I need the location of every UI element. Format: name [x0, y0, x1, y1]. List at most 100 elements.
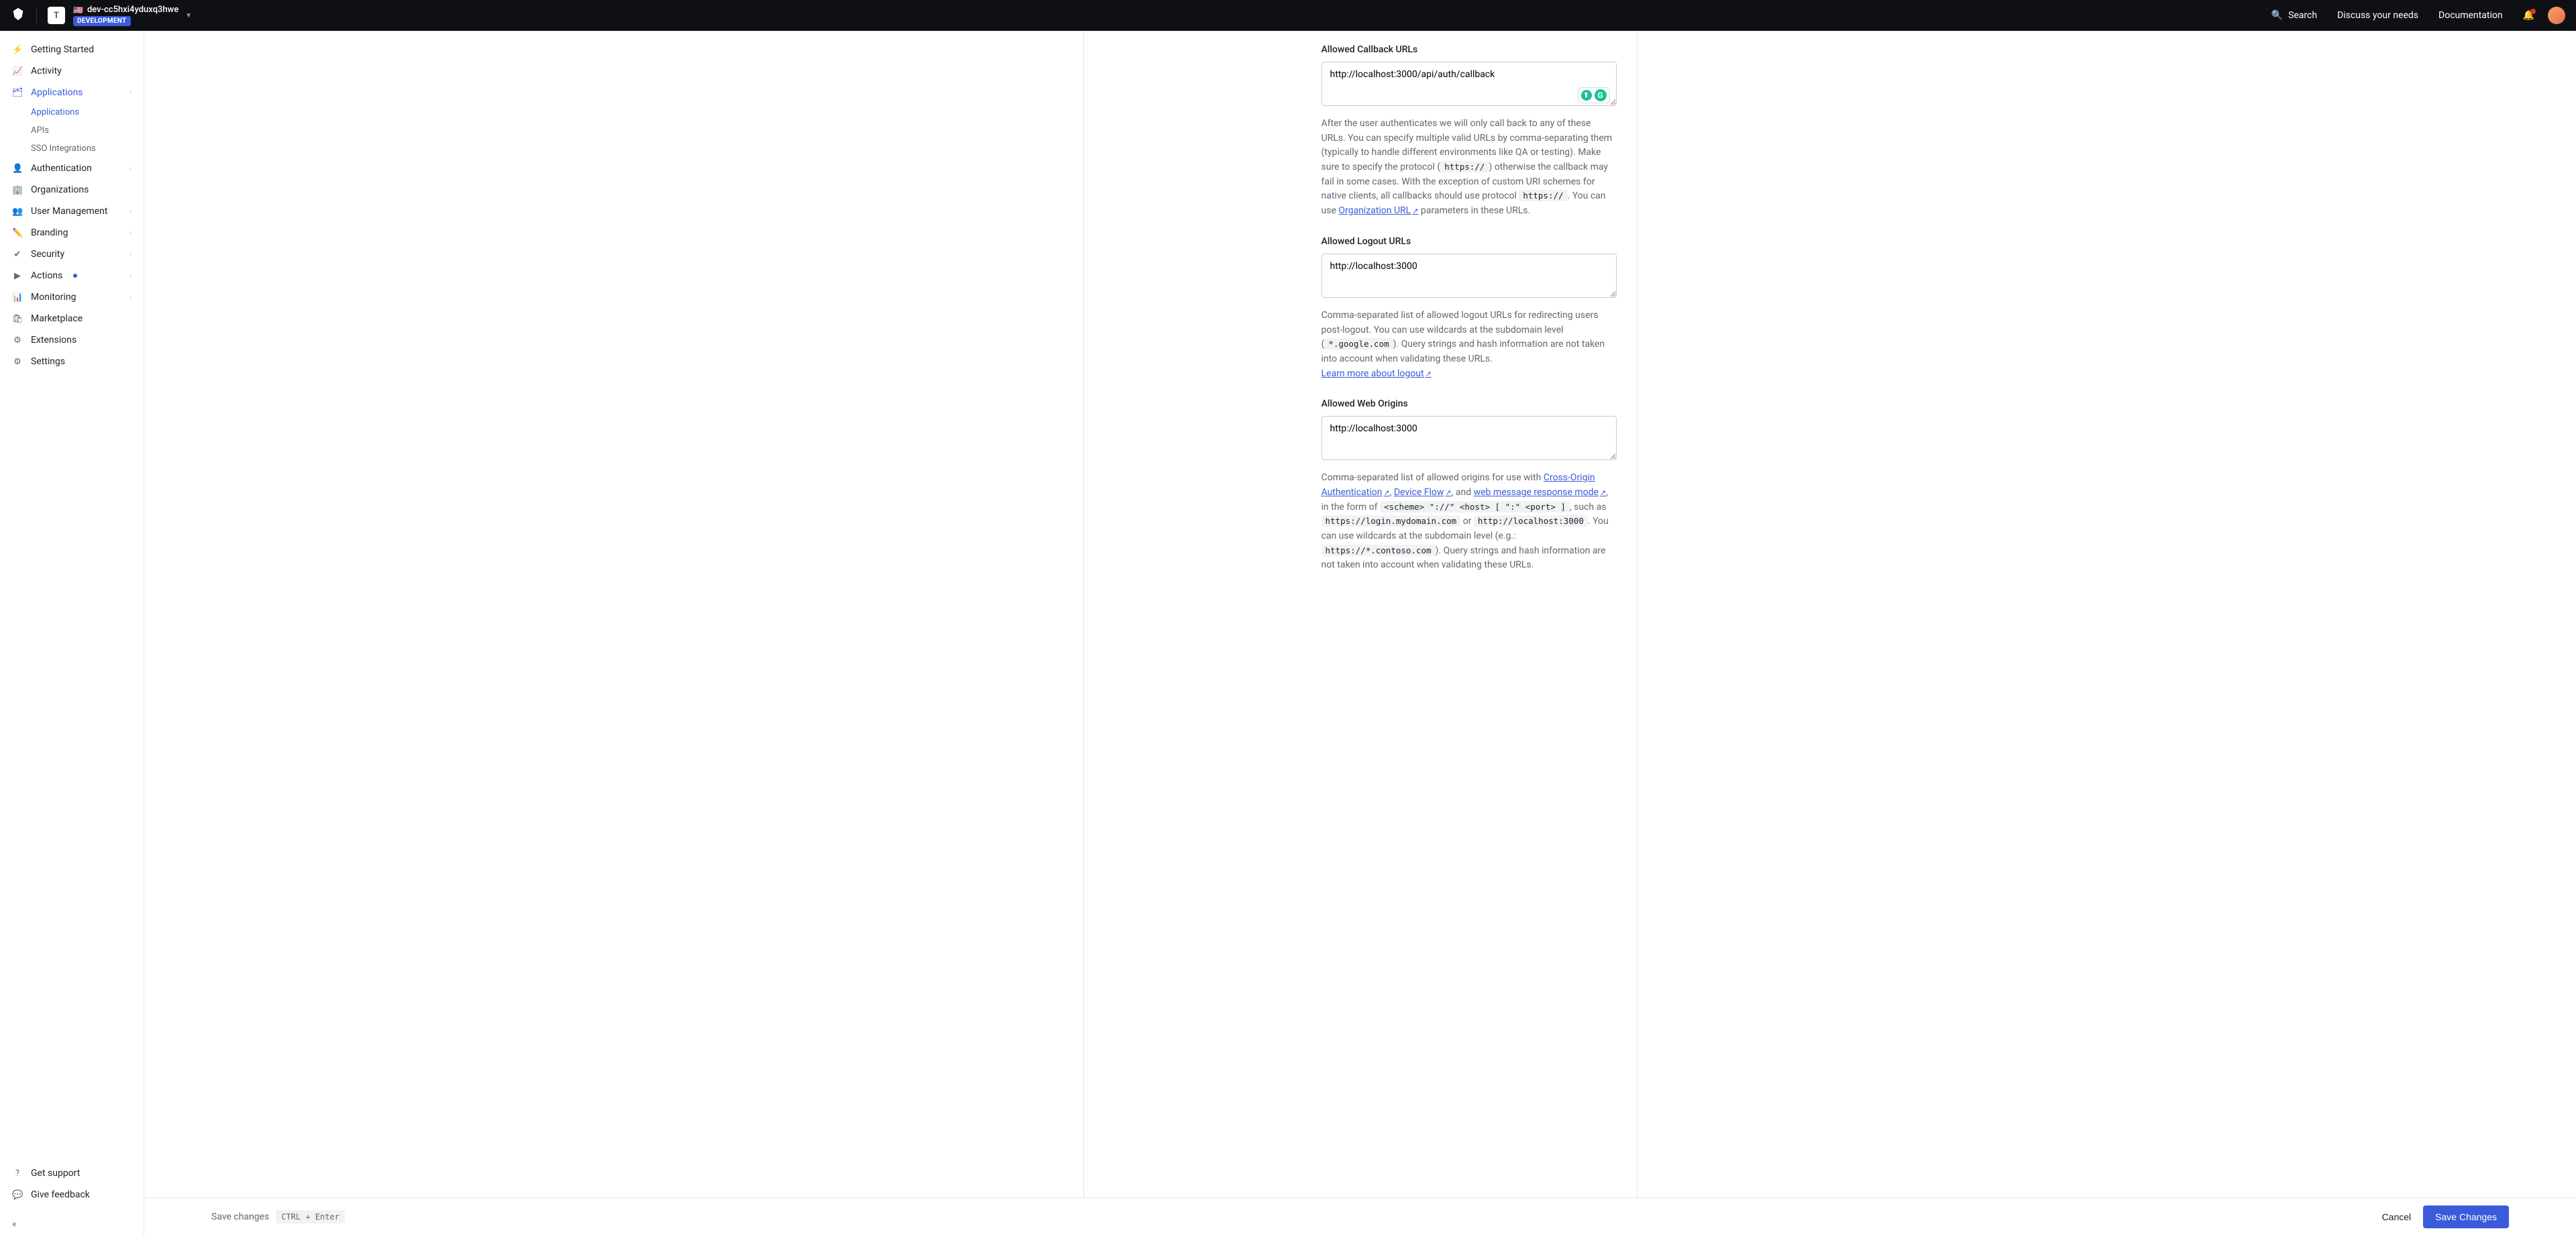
sidebar-item-activity[interactable]: 📈 Activity [0, 60, 144, 82]
nav-label: Organizations [31, 184, 89, 195]
nav-label: Marketplace [31, 313, 83, 324]
allowed-logout-urls-input[interactable] [1322, 254, 1617, 298]
nav-icon: 📊 [12, 292, 23, 303]
chevron-down-icon[interactable]: ▼ [185, 12, 192, 19]
allowed-callback-urls-input[interactable] [1322, 62, 1617, 106]
external-link-icon: ↗ [1445, 488, 1451, 497]
footer-bar: Save changes CTRL + Enter Cancel Save Ch… [144, 1197, 2576, 1235]
nav-icon: ✏️ [12, 228, 23, 238]
allowed-web-origins-label: Allowed Web Origins [1322, 398, 1617, 409]
nav-label: Monitoring [31, 292, 76, 303]
nav-label: Getting Started [31, 44, 94, 55]
keyboard-shortcut-badge: CTRL + Enter [276, 1210, 345, 1224]
sidebar-item-get-support[interactable]: ? Get support [0, 1163, 144, 1184]
chevron-right-icon: › [129, 272, 131, 280]
nav-label: Applications [31, 87, 83, 98]
search-label: Search [2288, 10, 2317, 21]
nav-icon: ⚡ [12, 45, 23, 55]
notifications-button[interactable]: 🔔 [2523, 10, 2534, 21]
nav-icon: 📈 [12, 66, 23, 76]
organization-url-link[interactable]: Organization URL↗ [1338, 205, 1418, 216]
nav-icon: ⚙ [12, 357, 23, 367]
chevron-right-icon: › [129, 229, 131, 237]
nav-icon: 🛍 [12, 314, 23, 324]
flag-icon: 🇺🇸 [73, 5, 83, 15]
sidebar-item-give-feedback[interactable]: 💬 Give feedback [0, 1184, 144, 1205]
sidebar-subitem-applications[interactable]: Applications [0, 103, 144, 121]
allowed-web-origins-help: Comma-separated list of allowed origins … [1322, 471, 1617, 573]
sidebar-item-authentication[interactable]: 👤 Authentication › [0, 158, 144, 179]
indicator-dot-icon [73, 274, 77, 278]
allowed-web-origins-input[interactable] [1322, 416, 1617, 460]
nav-label: Actions [31, 270, 62, 281]
nav-label: Security [31, 249, 64, 260]
device-flow-link[interactable]: Device Flow↗ [1394, 487, 1452, 498]
content-area: Allowed Callback URLs ⬆ G After the user… [144, 31, 2576, 1197]
chevron-right-icon: › [129, 165, 131, 172]
nav-label: Branding [31, 227, 68, 238]
user-avatar[interactable] [2548, 7, 2565, 24]
allowed-logout-urls-label: Allowed Logout URLs [1322, 236, 1617, 247]
sidebar-item-user-management[interactable]: 👥 User Management › [0, 201, 144, 222]
sidebar-item-applications[interactable]: 🗂 Applications › [0, 82, 144, 103]
nav-icon: ? [12, 1169, 23, 1179]
chevron-right-icon: › [129, 251, 131, 258]
external-link-icon: ↗ [1426, 370, 1432, 378]
save-hint-text: Save changes [211, 1212, 269, 1222]
sidebar: ⚡ Getting Started 📈 Activity 🗂 Applications › A… [0, 31, 144, 1235]
sidebar-item-monitoring[interactable]: 📊 Monitoring › [0, 286, 144, 308]
tenant-initial-badge[interactable]: T [48, 7, 65, 24]
sidebar-item-organizations[interactable]: 🏢 Organizations [0, 179, 144, 201]
nav-icon: ✔ [12, 250, 23, 260]
web-message-response-link[interactable]: web message response mode↗ [1474, 487, 1607, 498]
grammarly-widget[interactable]: ⬆ G [1578, 87, 1610, 103]
nav-icon: 👥 [12, 207, 23, 217]
nav-label: Get support [31, 1168, 80, 1179]
learn-more-logout-link[interactable]: Learn more about logout↗ [1322, 368, 1432, 379]
save-changes-button[interactable]: Save Changes [2423, 1205, 2509, 1228]
chevron-right-icon: › [129, 294, 131, 301]
search-icon: 🔍 [2271, 10, 2283, 21]
topbar: T 🇺🇸 dev-cc5hxi4yduxq3hwe DEVELOPMENT ▼ … [0, 0, 2576, 31]
chevron-right-icon: › [129, 208, 131, 215]
allowed-callback-urls-label: Allowed Callback URLs [1322, 44, 1617, 55]
search-button[interactable]: 🔍 Search [2271, 10, 2317, 21]
allowed-callback-urls-help: After the user authenticates we will onl… [1322, 117, 1617, 219]
nav-icon: 💬 [12, 1190, 23, 1200]
sidebar-item-getting-started[interactable]: ⚡ Getting Started [0, 39, 144, 60]
nav-label: Authentication [31, 163, 92, 174]
nav-icon: ⚙ [12, 335, 23, 345]
sidebar-item-security[interactable]: ✔ Security › [0, 244, 144, 265]
nav-icon: 👤 [12, 164, 23, 174]
environment-badge: DEVELOPMENT [73, 16, 131, 26]
sidebar-item-extensions[interactable]: ⚙ Extensions [0, 329, 144, 351]
discuss-needs-link[interactable]: Discuss your needs [2337, 10, 2418, 21]
collapse-sidebar-button[interactable]: « [0, 1214, 144, 1235]
sidebar-item-marketplace[interactable]: 🛍 Marketplace [0, 308, 144, 329]
tenant-name: dev-cc5hxi4yduxq3hwe [87, 5, 178, 15]
auth0-logo-icon[interactable] [11, 7, 25, 24]
nav-label: User Management [31, 206, 107, 217]
chevron-right-icon: › [129, 89, 131, 97]
cancel-button[interactable]: Cancel [2370, 1205, 2424, 1228]
documentation-link[interactable]: Documentation [2438, 10, 2503, 21]
sidebar-subitem-sso-integrations[interactable]: SSO Integrations [0, 140, 144, 158]
nav-icon: ▶ [12, 271, 23, 281]
sidebar-subitem-apis[interactable]: APIs [0, 121, 144, 140]
nav-label: Extensions [31, 335, 76, 345]
nav-icon: 🗂 [12, 88, 23, 98]
notification-dot-icon [2530, 9, 2536, 14]
tenant-switcher[interactable]: 🇺🇸 dev-cc5hxi4yduxq3hwe DEVELOPMENT [73, 5, 178, 26]
sidebar-item-branding[interactable]: ✏️ Branding › [0, 222, 144, 244]
external-link-icon: ↗ [1600, 488, 1606, 497]
nav-icon: 🏢 [12, 185, 23, 195]
grammarly-icon: G [1595, 89, 1607, 101]
allowed-logout-urls-help: Comma-separated list of allowed logout U… [1322, 309, 1617, 381]
grammarly-add-icon: ⬆ [1581, 90, 1592, 101]
nav-label: Activity [31, 66, 62, 76]
sidebar-item-settings[interactable]: ⚙Settings [0, 351, 144, 372]
divider [36, 7, 37, 23]
sidebar-item-actions[interactable]: ▶ Actions › [0, 265, 144, 286]
external-link-icon: ↗ [1383, 488, 1389, 497]
nav-label: Give feedback [31, 1189, 90, 1200]
